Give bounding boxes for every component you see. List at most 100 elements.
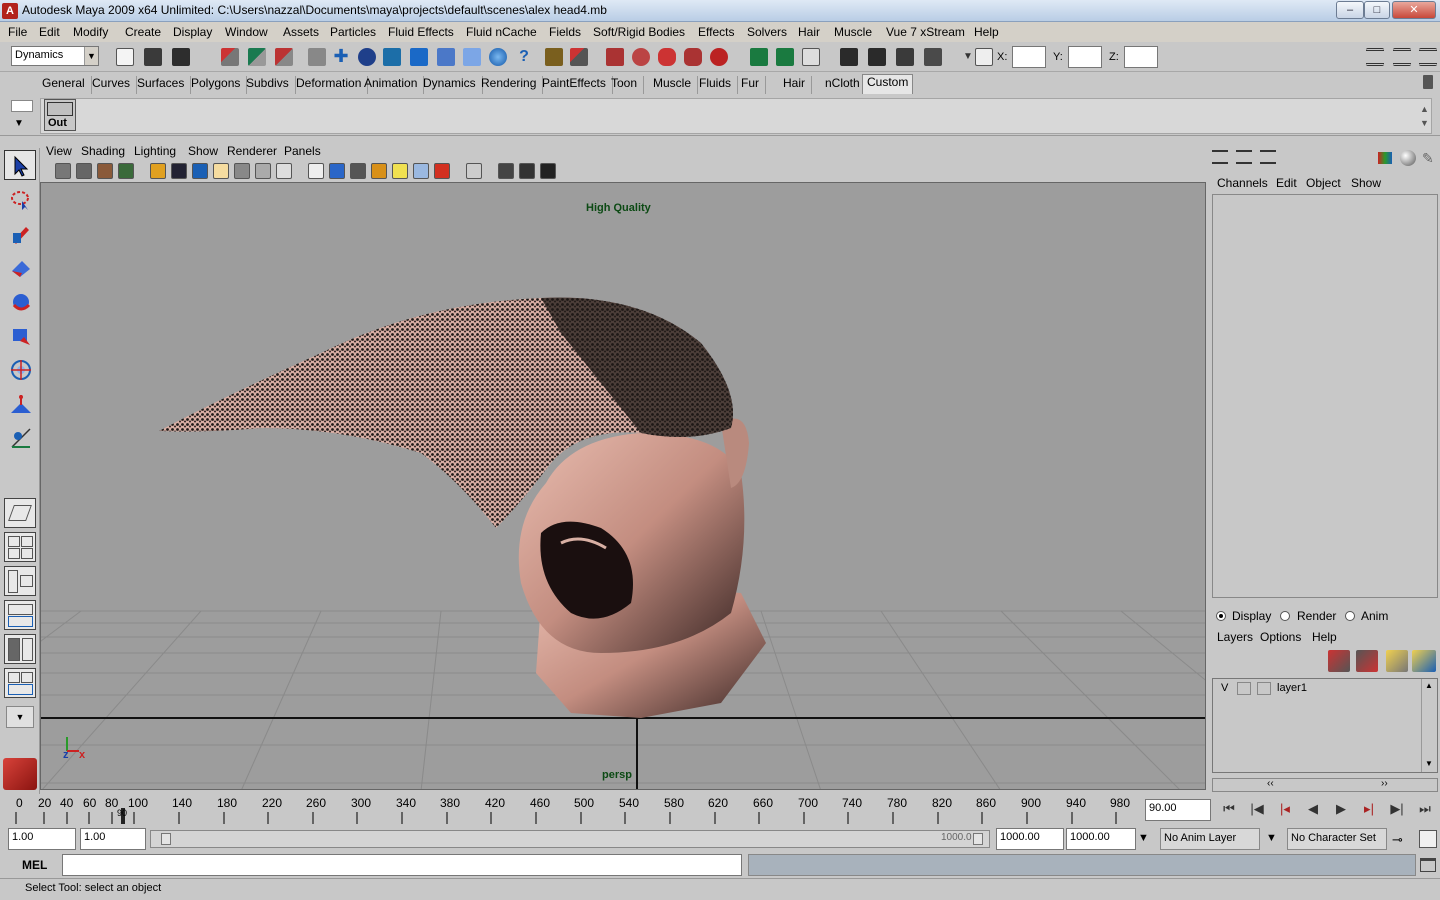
snap-magnet-3-icon[interactable] <box>658 48 676 66</box>
resolution-gate-icon[interactable] <box>192 163 208 179</box>
snap-magnet-1-icon[interactable] <box>606 48 624 66</box>
soft-modification-tool[interactable] <box>4 388 36 418</box>
current-time-field[interactable]: 90.00 <box>1145 799 1211 821</box>
lasso-tool[interactable] <box>4 184 36 214</box>
open-scene-icon[interactable] <box>144 48 162 66</box>
scroll-left-icon[interactable]: ‹‹ <box>1267 778 1274 789</box>
shelf-tab-painteffects[interactable]: PaintEffects <box>542 76 613 94</box>
move-layer-up-icon[interactable] <box>1328 650 1350 672</box>
menu-vue-xstream[interactable]: Vue 7 xStream <box>886 25 965 39</box>
menu-modify[interactable]: Modify <box>73 25 108 39</box>
magnet-icon[interactable] <box>570 48 588 66</box>
panel-menu-panels[interactable]: Panels <box>284 144 321 158</box>
menu-particles[interactable]: Particles <box>330 25 376 39</box>
select-hierarchy-icon[interactable] <box>221 48 239 66</box>
character-set-dropdown-icon[interactable]: ▼ <box>1266 832 1277 844</box>
construction-history-icon[interactable] <box>802 48 820 66</box>
image-plane-icon[interactable] <box>118 163 134 179</box>
menu-help[interactable]: Help <box>974 25 999 39</box>
layers-options-menu[interactable]: Options <box>1260 630 1301 644</box>
new-layer-from-selection-icon[interactable] <box>1412 650 1436 672</box>
range-slider[interactable]: 1000.0 <box>150 830 990 848</box>
film-gate-icon[interactable] <box>171 163 187 179</box>
new-empty-layer-icon[interactable] <box>1386 650 1408 672</box>
menu-set-select[interactable]: Dynamics ▼ <box>11 46 99 66</box>
render-layer-radio[interactable] <box>1280 611 1290 621</box>
output-connections-icon[interactable] <box>776 48 794 66</box>
panel-menu-shading[interactable]: Shading <box>81 144 125 158</box>
snap-curve-icon[interactable] <box>358 48 376 66</box>
wireframe-icon[interactable] <box>308 163 324 179</box>
play-forwards-icon[interactable]: ▶ <box>1329 799 1353 819</box>
layer-color-swatch[interactable] <box>1257 682 1271 695</box>
menu-display[interactable]: Display <box>173 25 212 39</box>
snap-grid-icon[interactable]: ✚ <box>332 47 350 66</box>
x-field[interactable] <box>1012 46 1046 68</box>
xray-joints-icon[interactable] <box>519 163 535 179</box>
make-live-icon[interactable] <box>437 48 455 66</box>
layout-outliner-perspective[interactable] <box>4 566 36 596</box>
shelf-out-button[interactable]: Out <box>44 99 76 131</box>
range-start-handle[interactable] <box>161 833 171 845</box>
render-settings-icon[interactable] <box>896 48 914 66</box>
shelf-tab-deformation[interactable]: Deformation <box>296 76 369 94</box>
xray-icon[interactable] <box>498 163 514 179</box>
shelf-tab-fluids[interactable]: Fluids <box>699 76 739 94</box>
ipr-render-icon[interactable] <box>868 48 886 66</box>
close-button[interactable]: ✕ <box>1392 1 1436 19</box>
menu-hair[interactable]: Hair <box>798 25 820 39</box>
move-tool[interactable] <box>4 252 36 282</box>
layout-four-view[interactable] <box>4 532 36 562</box>
shelf-tab-fur[interactable]: Fur <box>741 76 766 94</box>
shelf-tab-muscle[interactable]: Muscle <box>653 76 699 94</box>
menu-create[interactable]: Create <box>125 25 161 39</box>
ball-icon[interactable] <box>1400 150 1416 166</box>
shelf-tab-dynamics[interactable]: Dynamics <box>423 76 483 94</box>
menu-soft-rigid-bodies[interactable]: Soft/Rigid Bodies <box>593 25 685 39</box>
shadows-icon[interactable] <box>413 163 429 179</box>
rotate-tool[interactable] <box>4 286 36 316</box>
smooth-shade-icon[interactable] <box>329 163 345 179</box>
go-to-start-icon[interactable]: ⏮ <box>1217 799 1241 819</box>
save-scene-icon[interactable] <box>172 48 190 66</box>
anim-layer-select[interactable]: No Anim Layer <box>1160 828 1260 850</box>
history-icon[interactable] <box>463 48 481 66</box>
shelf-tab-ncloth[interactable]: nCloth <box>825 76 867 94</box>
high-quality-icon[interactable] <box>434 163 450 179</box>
scale-tool[interactable] <box>4 320 36 350</box>
shelf-tab-custom[interactable]: Custom <box>862 74 914 94</box>
layers-menu[interactable]: Layers <box>1217 630 1253 644</box>
menu-window[interactable]: Window <box>225 25 268 39</box>
render-frame-icon[interactable] <box>840 48 858 66</box>
shelf-tab-polygons[interactable]: Polygons <box>191 76 248 94</box>
show-tool-settings-icon[interactable] <box>1260 150 1276 164</box>
play-backwards-icon[interactable]: ◀ <box>1301 799 1325 819</box>
field-chart-icon[interactable] <box>234 163 250 179</box>
textured-icon[interactable] <box>371 163 387 179</box>
snap-point-icon[interactable] <box>383 48 401 66</box>
channels-edit-menu[interactable]: Edit <box>1276 176 1297 190</box>
playback-start-field[interactable]: 1.00 <box>80 828 146 850</box>
lock-selection-icon[interactable] <box>308 48 326 66</box>
character-set-select[interactable]: No Character Set <box>1287 828 1387 850</box>
animation-preferences-icon[interactable] <box>1419 830 1437 848</box>
shelf-tab-general[interactable]: General <box>42 76 92 94</box>
trash-icon[interactable] <box>1423 75 1433 89</box>
menu-solvers[interactable]: Solvers <box>747 25 787 39</box>
move-layer-down-icon[interactable] <box>1356 650 1378 672</box>
channels-menu[interactable]: Channels <box>1217 176 1268 190</box>
attribute-editor-icon[interactable] <box>1366 48 1384 66</box>
select-object-icon[interactable] <box>248 48 266 66</box>
display-layer-radio[interactable] <box>1216 611 1226 621</box>
layer-type-toggle[interactable] <box>1237 682 1251 695</box>
menu-fields[interactable]: Fields <box>549 25 581 39</box>
auto-key-icon[interactable]: ⊸ <box>1392 832 1403 848</box>
maya-app-icon[interactable]: A <box>2 3 18 19</box>
pencil-icon[interactable]: ✎ <box>1422 150 1438 166</box>
end-time-field[interactable]: 1000.00 <box>1066 828 1136 850</box>
show-channel-box-icon[interactable] <box>1212 150 1228 164</box>
shelf-tab-rendering[interactable]: Rendering <box>481 76 544 94</box>
wireframe-on-shaded-icon[interactable] <box>150 163 166 179</box>
new-scene-icon[interactable] <box>116 48 134 66</box>
gate-mask-icon[interactable] <box>213 163 229 179</box>
